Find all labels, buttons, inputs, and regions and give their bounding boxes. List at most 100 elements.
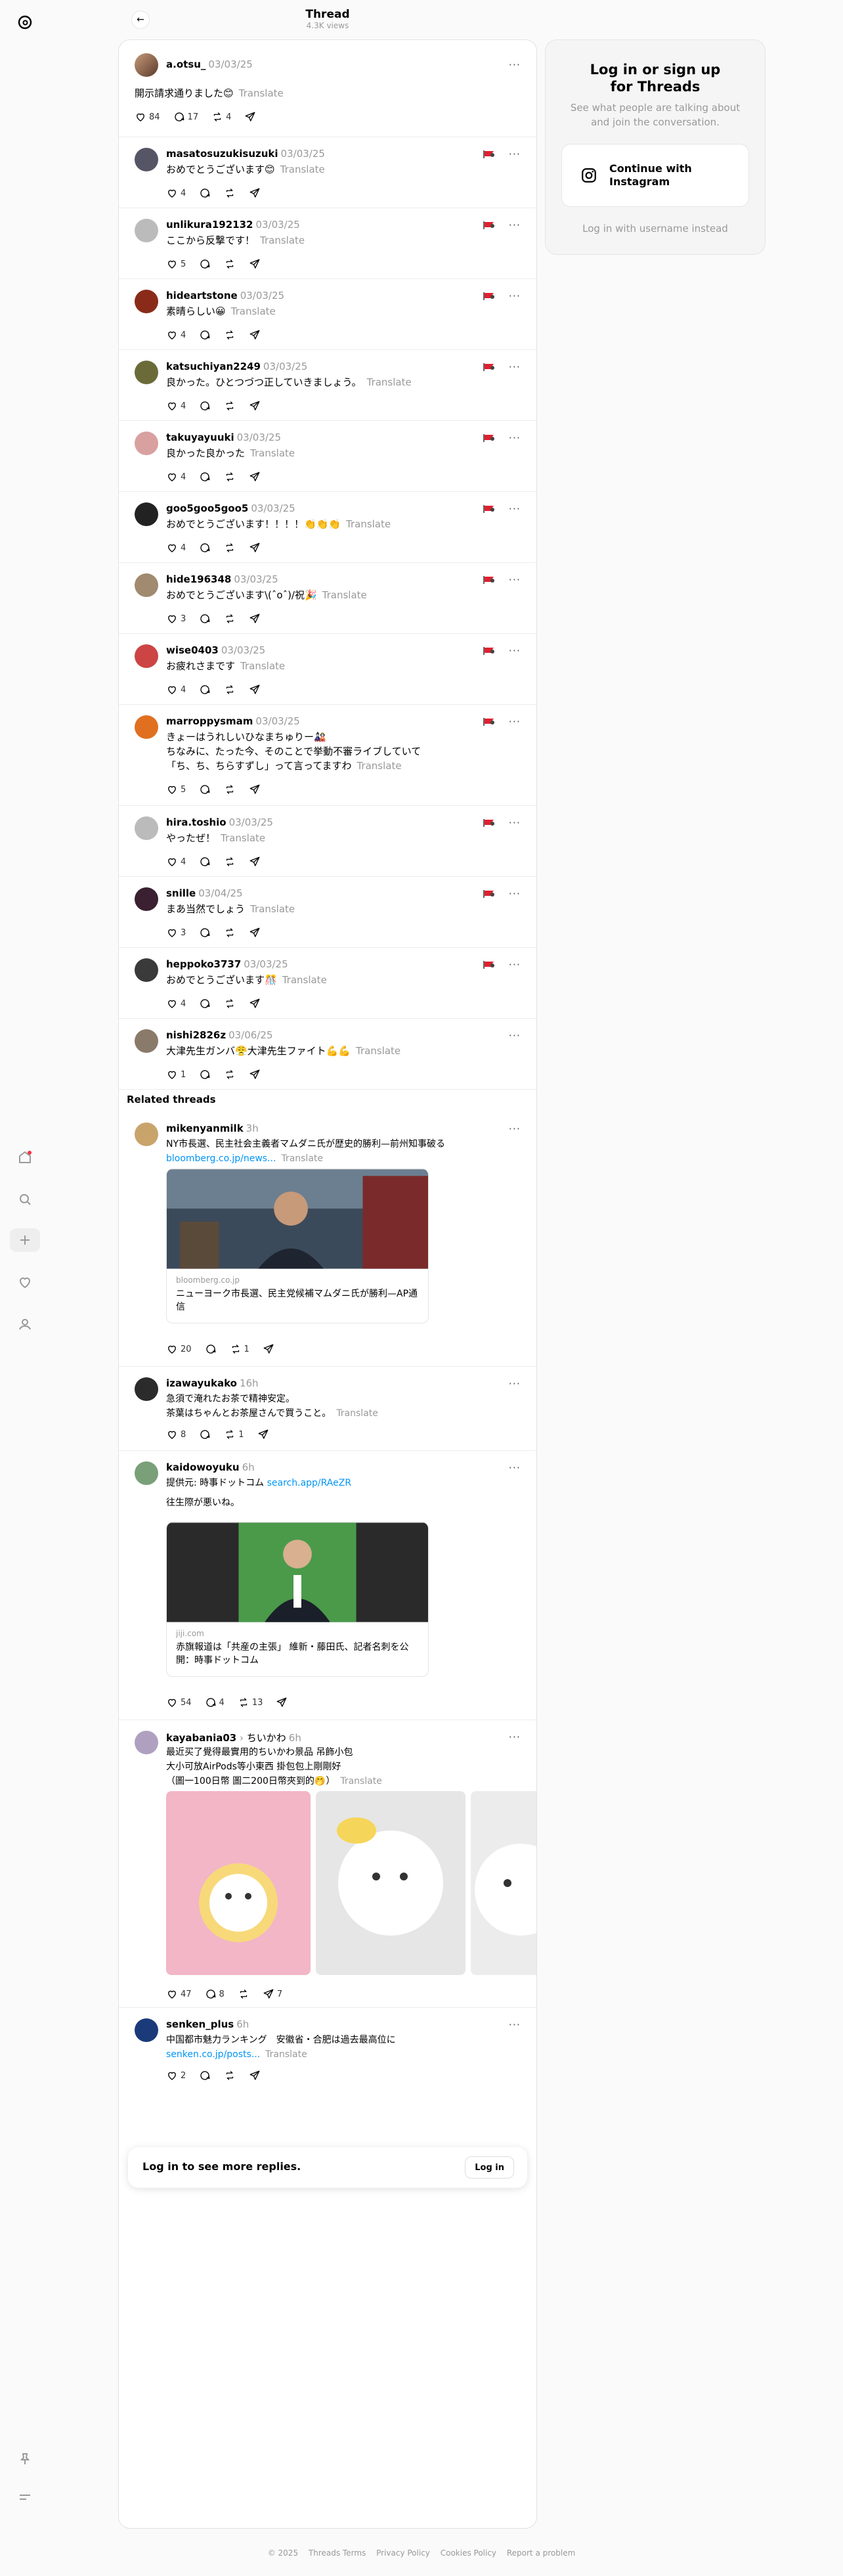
avatar[interactable] [135,502,158,526]
repost-button[interactable]: 13 [238,1697,263,1708]
translate-link[interactable]: Translate [356,1045,400,1057]
reply-button[interactable] [199,998,211,1010]
reply-item[interactable]: katsuchiyan2249 03/03/25 ··· 良かった。ひとつづつ正し… [119,350,536,421]
post-date[interactable]: 16h [240,1377,259,1389]
repost-button[interactable]: 1 [230,1343,249,1355]
username[interactable]: heppoko3737 [166,958,241,970]
repost-button[interactable] [224,1069,236,1080]
username[interactable]: hideartstone [166,290,238,301]
translate-link[interactable]: Translate [231,305,276,317]
more-icon[interactable]: ··· [509,887,521,900]
more-icon[interactable]: ··· [509,1461,521,1474]
translate-link[interactable]: Translate [280,164,325,175]
reply-item[interactable]: wise0403 03/03/25 ··· お疲れさまです Translate 4 [119,634,536,705]
reply-item[interactable]: hide196348 03/03/25 ··· おめでとうございます\(ˆoˆ)/… [119,563,536,634]
repost-button[interactable]: 1 [224,1429,244,1440]
like-button[interactable]: 4 [166,542,186,554]
username[interactable]: a.otsu_ [166,58,205,70]
search-icon[interactable] [13,1188,37,1211]
more-icon[interactable]: ··· [509,644,521,657]
reply-item[interactable]: goo5goo5goo5 03/03/25 ··· おめでとうございます！！！！👏… [119,492,536,563]
reply-button[interactable] [199,258,211,270]
username[interactable]: kayabania03 [166,1732,236,1744]
image-carousel[interactable] [166,1791,536,1975]
like-button[interactable]: 84 [135,111,160,123]
avatar[interactable] [135,53,158,77]
avatar[interactable] [135,1461,158,1485]
related-post[interactable]: senken_plus 6h ··· 中国都市魅力ランキング 安徽省・合肥は過去最… [119,2008,536,2093]
related-post[interactable]: izawayukako 16h ··· 急須で淹れたお茶で精神安定。 茶葉はちゃん… [119,1367,536,1451]
share-button[interactable] [263,1343,274,1355]
share-button[interactable] [249,471,261,483]
related-post[interactable]: mikenyanmilk 3h ··· NY市長選、民主社会主義者マムダニ氏が歴史… [119,1112,536,1367]
reply-button[interactable] [205,1343,217,1355]
more-icon[interactable]: ··· [509,148,521,160]
like-button[interactable]: 4 [166,329,186,341]
repost-button[interactable] [224,998,236,1010]
share-button[interactable] [249,2070,261,2081]
like-button[interactable]: 8 [166,1429,186,1440]
threads-logo-icon[interactable] [13,11,37,34]
username[interactable]: unlikura192132 [166,219,253,231]
reply-button[interactable] [199,927,211,939]
avatar[interactable] [135,644,158,668]
avatar[interactable] [135,2018,158,2042]
reply-button[interactable]: 17 [173,111,198,123]
avatar[interactable] [135,1731,158,1754]
avatar[interactable] [135,148,158,171]
reply-button[interactable] [199,542,211,554]
more-icon[interactable]: ··· [509,1731,521,1743]
reply-button[interactable] [199,784,211,795]
share-button[interactable] [249,329,261,341]
translate-link[interactable]: Translate [260,234,305,246]
like-button[interactable]: 3 [166,613,186,625]
reply-button[interactable] [199,1069,211,1080]
share-button[interactable] [249,613,261,625]
username[interactable]: takuyayuuki [166,432,234,443]
post-date[interactable]: 03/03/25 [221,644,265,656]
reply-button[interactable] [199,856,211,868]
main-post[interactable]: a.otsu_ 03/03/25 ··· 開示請求通りました😊 Translate … [119,40,536,137]
topic-tag[interactable]: ちいかわ [247,1732,286,1744]
like-button[interactable]: 3 [166,927,186,939]
reply-item[interactable]: hideartstone 03/03/25 ··· 素晴らしい😀 Translate… [119,279,536,350]
username[interactable]: hira.toshio [166,816,227,828]
avatar[interactable] [135,573,158,597]
avatar[interactable] [135,887,158,911]
more-icon[interactable]: ··· [509,715,521,728]
post-date[interactable]: 6h [289,1732,301,1744]
repost-button[interactable] [224,400,236,412]
like-button[interactable]: 47 [166,1988,192,2000]
menu-icon[interactable] [13,2485,37,2509]
repost-button[interactable] [224,542,236,554]
post-date[interactable]: 03/06/25 [228,1029,272,1041]
avatar[interactable] [135,219,158,242]
more-icon[interactable]: ··· [509,361,521,373]
translate-link[interactable]: Translate [346,518,391,530]
username[interactable]: nishi2826z [166,1029,226,1041]
login-button[interactable]: Log in [465,2156,514,2179]
repost-button[interactable] [224,329,236,341]
avatar[interactable] [135,816,158,840]
more-icon[interactable]: ··· [509,290,521,302]
post-date[interactable]: 03/03/25 [240,290,284,301]
like-button[interactable]: 4 [166,684,186,696]
username[interactable]: kaidowoyuku [166,1461,240,1473]
translate-link[interactable]: Translate [336,1408,378,1419]
like-button[interactable]: 4 [166,471,186,483]
share-button[interactable] [249,258,261,270]
reply-button[interactable] [199,187,211,199]
profile-icon[interactable] [13,1312,37,1336]
post-date[interactable]: 03/03/25 [208,58,252,70]
footer-terms-link[interactable]: Threads Terms [309,2548,366,2558]
share-button[interactable]: 7 [263,1988,282,2000]
username[interactable]: wise0403 [166,644,219,656]
avatar[interactable] [135,1029,158,1053]
repost-button[interactable] [224,187,236,199]
translate-link[interactable]: Translate [282,974,327,986]
reply-item[interactable]: hira.toshio 03/03/25 ··· やったぜ！ Translate 4 [119,806,536,877]
translate-link[interactable]: Translate [240,660,285,672]
translate-link[interactable]: Translate [250,447,295,459]
repost-button[interactable]: 4 [211,111,231,123]
post-date[interactable]: 3h [246,1122,259,1134]
